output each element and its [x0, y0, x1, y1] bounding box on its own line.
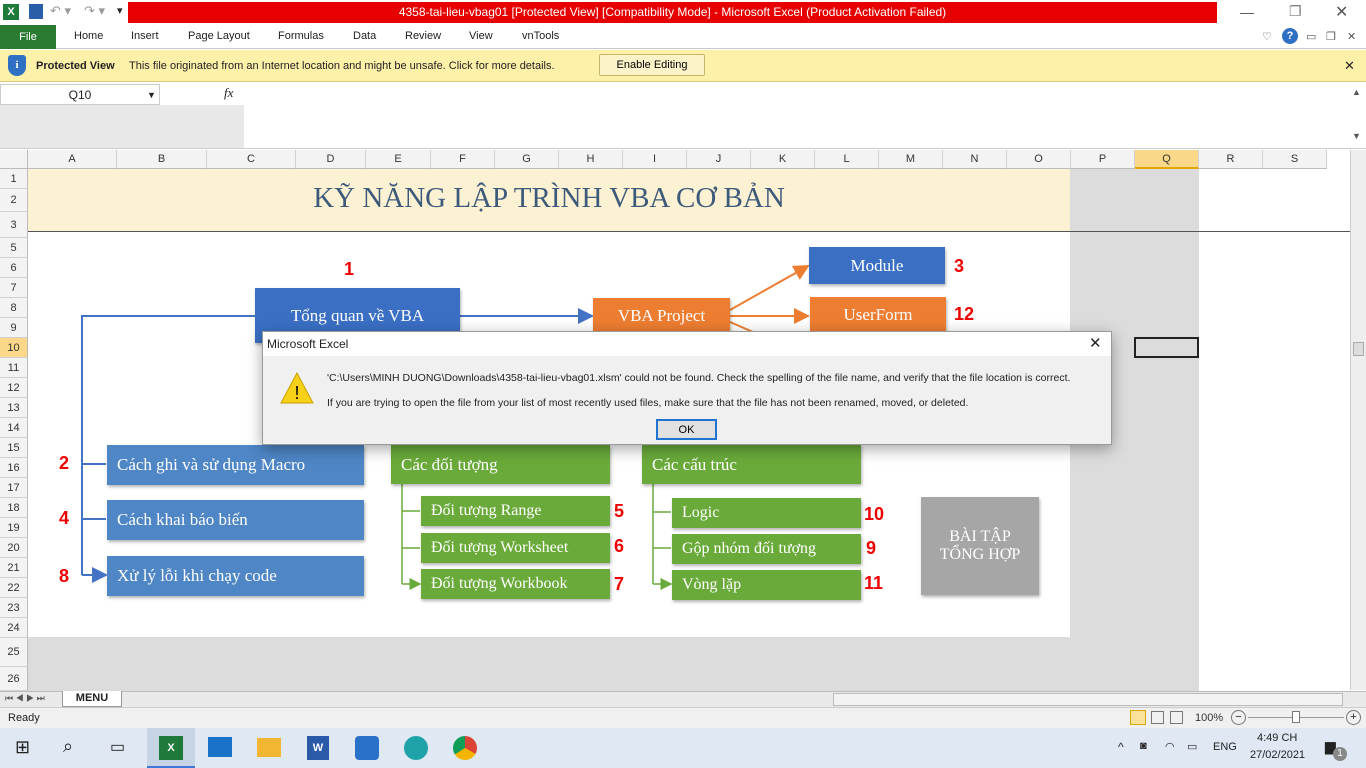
structures-box[interactable]: Các cấu trúc	[642, 445, 861, 484]
wifi-icon[interactable]: ◠	[1165, 740, 1175, 753]
edge-icon[interactable]	[404, 736, 428, 760]
structures-label: Các cấu trúc	[652, 454, 737, 474]
number-logic: 10	[864, 504, 885, 524]
sheet-tab-menu[interactable]: MENU	[62, 691, 122, 707]
taskbar-excel[interactable]: X	[147, 728, 195, 768]
macro-box[interactable]: Cách ghi và sử dụng Macro	[107, 445, 364, 485]
workbook-label: Đối tượng Workbook	[431, 575, 568, 592]
dialog-message-line2: If you are trying to open the file from …	[327, 397, 969, 409]
errors-label: Xử lý lỗi khi chạy code	[117, 566, 277, 585]
macro-label: Cách ghi và sử dụng Macro	[117, 455, 306, 474]
number-loop: 11	[864, 573, 884, 593]
objects-label: Các đối tượng	[401, 454, 498, 474]
zoom-level[interactable]: 100%	[1195, 712, 1223, 724]
chrome-icon[interactable]	[453, 736, 477, 760]
errors-box[interactable]: Xử lý lỗi khi chạy code	[107, 556, 364, 596]
status-bar: Ready 100% − +	[0, 707, 1366, 728]
page-break-view-icon[interactable]	[1170, 711, 1183, 724]
range-label: Đối tượng Range	[431, 502, 542, 519]
normal-view-icon[interactable]	[1130, 710, 1146, 725]
exercise-box[interactable]: BÀI TẬP TỔNG HỢP	[921, 497, 1039, 595]
clock-time[interactable]: 4:49 CH	[1257, 732, 1297, 744]
notification-count: 1	[1333, 747, 1347, 761]
loop-box[interactable]: Vòng lặp	[672, 570, 861, 600]
language-indicator[interactable]: ENG	[1213, 741, 1237, 753]
dialog-titlebar	[263, 332, 1111, 356]
sheet-tabs-bar: ⏮ ◀ ▶ ⏭ MENU	[0, 691, 1366, 707]
number-macro: 2	[59, 453, 70, 473]
variables-box[interactable]: Cách khai báo biến	[107, 500, 364, 540]
number-userform: 12	[954, 304, 975, 324]
taskbar: ⊞ ⌕ ▭ X W ^ ◙ ◠ ▭ ENG 4:49 CH 27/02/2021…	[0, 728, 1366, 768]
worksheet-label: Đối tượng Worksheet	[431, 539, 569, 556]
zoom-out-icon[interactable]: −	[1231, 710, 1246, 725]
svg-text:!: !	[294, 383, 299, 403]
app-icon[interactable]	[355, 736, 379, 760]
number-errors: 8	[59, 566, 70, 586]
status-ready: Ready	[8, 712, 40, 724]
clock-date[interactable]: 27/02/2021	[1250, 749, 1305, 761]
objects-box[interactable]: Các đối tượng	[391, 445, 610, 484]
number-worksheet: 6	[614, 536, 625, 556]
variables-label: Cách khai báo biến	[117, 510, 248, 529]
excel-icon: X	[159, 736, 183, 760]
number-overview: 1	[344, 259, 355, 279]
module-label: Module	[850, 255, 904, 275]
workbook-box[interactable]: Đối tượng Workbook	[421, 569, 610, 599]
task-view-icon[interactable]: ▭	[110, 737, 125, 757]
exercise-label: BÀI TẬP TỔNG HỢP	[939, 528, 1021, 563]
battery-icon[interactable]: ▭	[1187, 740, 1197, 753]
number-group: 9	[866, 538, 877, 558]
windows-start-icon[interactable]: ⊞	[15, 737, 30, 758]
number-workbook: 7	[614, 574, 625, 594]
logic-label: Logic	[682, 504, 720, 521]
search-icon[interactable]: ⌕	[63, 736, 73, 757]
dialog-close-icon[interactable]: ✕	[1089, 334, 1102, 352]
vba-project-box[interactable]: VBA Project	[593, 298, 730, 334]
userform-box[interactable]: UserForm	[810, 297, 946, 333]
camera-icon[interactable]: ◙	[1140, 740, 1147, 752]
userform-label: UserForm	[843, 305, 913, 324]
tray-chevron-icon[interactable]: ^	[1118, 740, 1124, 754]
vertical-scroll-thumb[interactable]	[1353, 342, 1364, 356]
logic-box[interactable]: Logic	[672, 498, 861, 528]
horizontal-scrollbar[interactable]	[833, 693, 1343, 706]
vertical-scrollbar[interactable]	[1350, 150, 1366, 690]
dialog-message-line1: 'C:\Users\MINH DUONG\Downloads\4358-tai-…	[327, 372, 1071, 384]
module-box[interactable]: Module	[809, 247, 945, 284]
overview-label: Tổng quan về VBA	[290, 305, 425, 325]
dialog-title: Microsoft Excel	[267, 337, 349, 351]
number-module: 3	[954, 256, 965, 276]
group-box[interactable]: Gộp nhóm đối tượng	[672, 534, 861, 564]
loop-label: Vòng lặp	[682, 576, 742, 593]
number-variables: 4	[59, 508, 70, 528]
zoom-slider-thumb[interactable]	[1292, 711, 1300, 723]
file-explorer-icon[interactable]	[257, 738, 281, 757]
warning-icon: !	[280, 372, 314, 404]
number-range: 5	[614, 501, 625, 521]
worksheet-box[interactable]: Đối tượng Worksheet	[421, 533, 610, 563]
zoom-in-icon[interactable]: +	[1346, 710, 1361, 725]
vba-project-label: VBA Project	[617, 306, 706, 325]
mail-icon[interactable]	[208, 737, 232, 757]
sheet-nav-icons[interactable]: ⏮ ◀ ▶ ⏭	[5, 693, 45, 704]
group-label: Gộp nhóm đối tượng	[682, 540, 817, 557]
error-dialog: Microsoft Excel ✕ ! 'C:\Users\MINH DUONG…	[262, 331, 1112, 445]
ok-button[interactable]: OK	[656, 419, 717, 440]
range-box[interactable]: Đối tượng Range	[421, 496, 610, 526]
word-icon[interactable]: W	[307, 736, 329, 760]
page-layout-view-icon[interactable]	[1151, 711, 1164, 724]
